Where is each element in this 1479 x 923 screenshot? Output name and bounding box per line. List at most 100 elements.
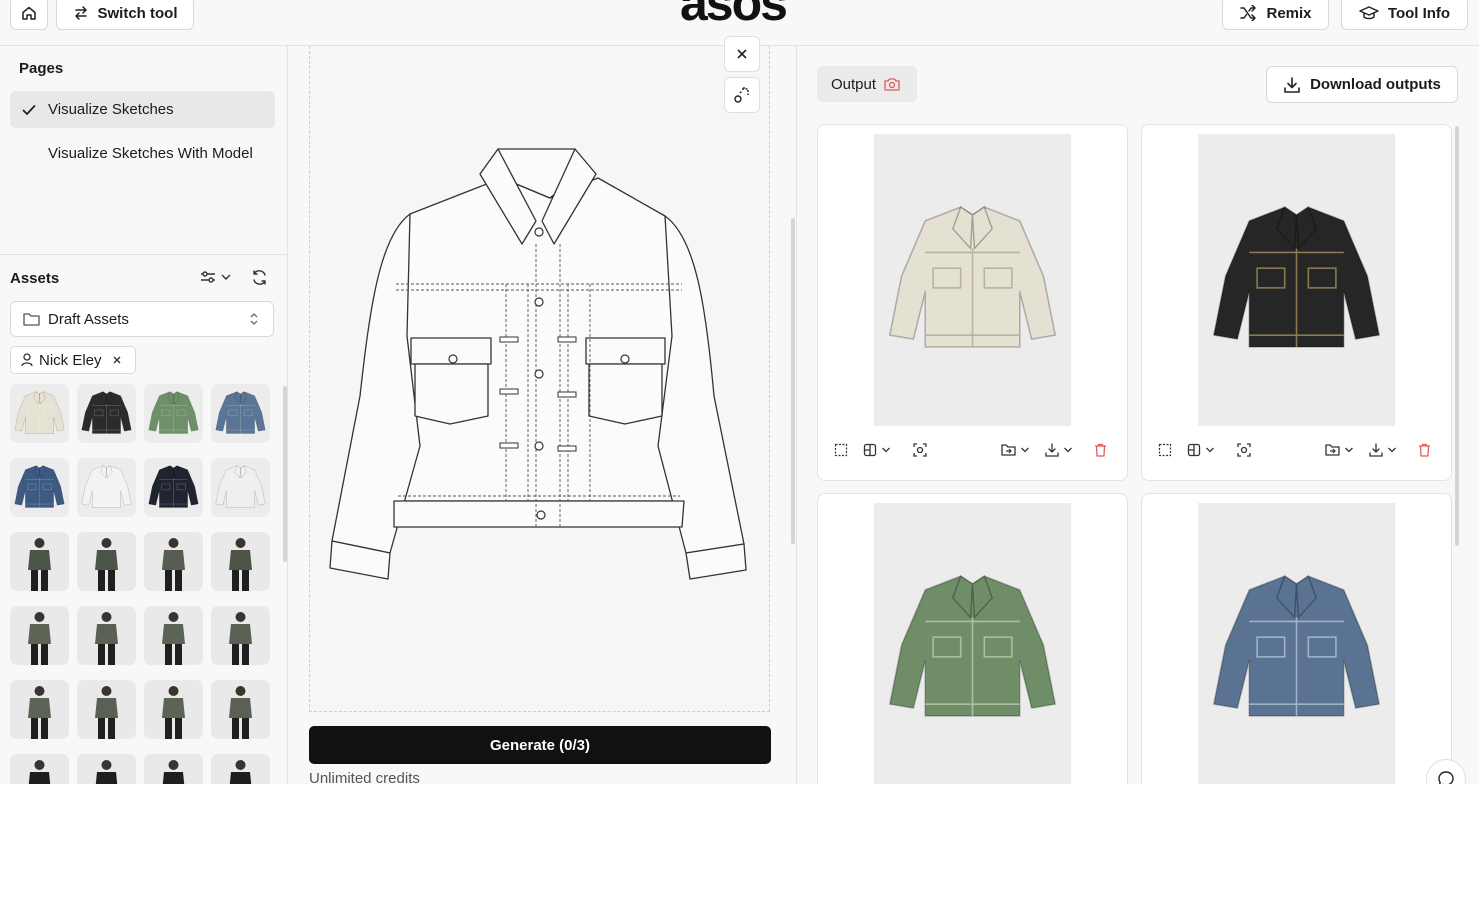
asset-thumbnail[interactable] — [211, 384, 270, 443]
select-square-icon — [834, 443, 848, 457]
trash-icon — [1095, 443, 1106, 457]
sketch-canvas[interactable] — [309, 46, 770, 712]
select-button[interactable] — [834, 443, 848, 457]
download-menu-button[interactable] — [1369, 443, 1397, 457]
remix-label: Remix — [1266, 4, 1312, 22]
download-outputs-label: Download outputs — [1310, 76, 1441, 93]
asset-thumbnail[interactable] — [77, 458, 136, 517]
output-card[interactable] — [817, 493, 1128, 784]
tool-info-label: Tool Info — [1387, 4, 1451, 22]
output-image[interactable] — [1198, 134, 1395, 426]
page-item-visualize-sketches-with-model[interactable]: Visualize Sketches With Model — [10, 135, 275, 172]
asset-thumbnail[interactable] — [10, 384, 69, 443]
sidebar-scrollbar[interactable] — [283, 386, 287, 562]
chat-bubble-icon — [1438, 771, 1454, 784]
download-menu-button[interactable] — [1045, 443, 1073, 457]
camera-icon — [884, 78, 900, 91]
asset-thumbnail[interactable] — [211, 606, 270, 665]
output-tab[interactable]: Output — [817, 66, 917, 102]
center-scrollbar[interactable] — [791, 218, 795, 544]
output-card[interactable] — [1141, 493, 1452, 784]
download-icon — [1369, 443, 1383, 457]
edit-tools-button[interactable] — [724, 77, 760, 113]
select-button[interactable] — [1158, 443, 1172, 457]
switch-tool-label: Switch tool — [97, 4, 178, 22]
asset-thumbnail[interactable] — [77, 680, 136, 739]
output-tab-label: Output — [831, 75, 877, 93]
delete-button[interactable] — [1418, 443, 1431, 457]
layout-menu-button[interactable] — [1187, 443, 1215, 457]
generate-button[interactable]: Generate (0/3) — [309, 726, 771, 764]
sidebar-divider — [0, 254, 287, 255]
asset-thumbnail[interactable] — [144, 606, 203, 665]
page-item-visualize-sketches[interactable]: Visualize Sketches — [10, 91, 275, 128]
check-icon — [22, 104, 36, 115]
asset-thumbnail[interactable] — [211, 458, 270, 517]
download-outputs-button[interactable]: Download outputs — [1266, 66, 1458, 103]
filter-menu-button[interactable] — [200, 270, 232, 284]
refresh-icon — [253, 270, 266, 285]
page-item-label: Visualize Sketches With Model — [48, 145, 253, 162]
asset-thumbnail[interactable] — [10, 458, 69, 517]
close-canvas-button[interactable] — [724, 36, 760, 72]
select-square-icon — [1158, 443, 1172, 457]
asset-thumbnail[interactable] — [144, 458, 203, 517]
asset-thumbnail[interactable] — [144, 754, 203, 784]
output-card[interactable] — [1141, 124, 1452, 481]
asset-thumbnail[interactable] — [144, 680, 203, 739]
asset-thumbnail[interactable] — [144, 384, 203, 443]
switch-tool-button[interactable]: Switch tool — [56, 0, 194, 30]
output-card[interactable] — [817, 124, 1128, 481]
remix-button[interactable]: Remix — [1222, 0, 1329, 30]
focus-button[interactable] — [1237, 443, 1251, 457]
asset-thumbnail[interactable] — [211, 680, 270, 739]
asset-thumbnail[interactable] — [144, 532, 203, 591]
focus-button[interactable] — [913, 443, 927, 457]
move-to-folder-button[interactable] — [1325, 443, 1354, 456]
home-button[interactable] — [10, 0, 48, 30]
asset-thumbnail[interactable] — [77, 384, 136, 443]
asset-thumbnail[interactable] — [211, 532, 270, 591]
delete-button[interactable] — [1094, 443, 1107, 457]
home-icon — [22, 6, 36, 20]
close-icon[interactable] — [112, 355, 122, 365]
tool-info-button[interactable]: Tool Info — [1341, 0, 1468, 30]
close-icon — [737, 49, 747, 59]
output-panel: Output Download outputs — [797, 46, 1479, 784]
page-item-label: Visualize Sketches — [48, 101, 174, 118]
folder-select[interactable]: Draft Assets — [10, 301, 274, 337]
output-image[interactable] — [1198, 503, 1395, 784]
chevron-down-icon — [1388, 447, 1396, 453]
chevron-down-icon — [221, 274, 231, 280]
layout-menu-button[interactable] — [863, 443, 891, 457]
output-image[interactable] — [874, 134, 1071, 426]
output-scrollbar[interactable] — [1455, 126, 1459, 546]
user-icon — [21, 353, 33, 367]
asset-thumbnail[interactable] — [10, 680, 69, 739]
folder-select-value: Draft Assets — [48, 310, 129, 328]
trash-icon — [1419, 443, 1430, 457]
folder-move-icon — [1001, 444, 1016, 456]
asset-thumbnail[interactable] — [10, 606, 69, 665]
folder-move-icon — [1325, 444, 1340, 456]
folder-icon — [23, 313, 40, 326]
card-action-bar — [818, 443, 1127, 463]
shuffle-icon — [1240, 5, 1257, 21]
asset-thumbnail[interactable] — [77, 532, 136, 591]
asset-thumbnail[interactable] — [77, 606, 136, 665]
credits-text: Unlimited credits — [309, 770, 420, 784]
asos-logo: asos — [680, 0, 788, 31]
asset-thumbnail[interactable] — [77, 754, 136, 784]
user-filter-chip[interactable]: Nick Eley — [10, 346, 136, 374]
asset-thumbnail[interactable] — [10, 532, 69, 591]
asset-thumbnail[interactable] — [211, 754, 270, 784]
move-to-folder-button[interactable] — [1001, 443, 1030, 456]
refresh-button[interactable] — [251, 269, 268, 286]
chevron-down-icon — [1064, 447, 1072, 453]
asset-thumbnail[interactable] — [10, 754, 69, 784]
left-sidebar: Pages Visualize Sketches Visualize Sketc… — [0, 46, 288, 784]
output-image[interactable] — [874, 503, 1071, 784]
assets-title: Assets — [10, 270, 60, 287]
chevron-up-down-icon — [250, 313, 258, 325]
download-icon — [1284, 76, 1300, 93]
